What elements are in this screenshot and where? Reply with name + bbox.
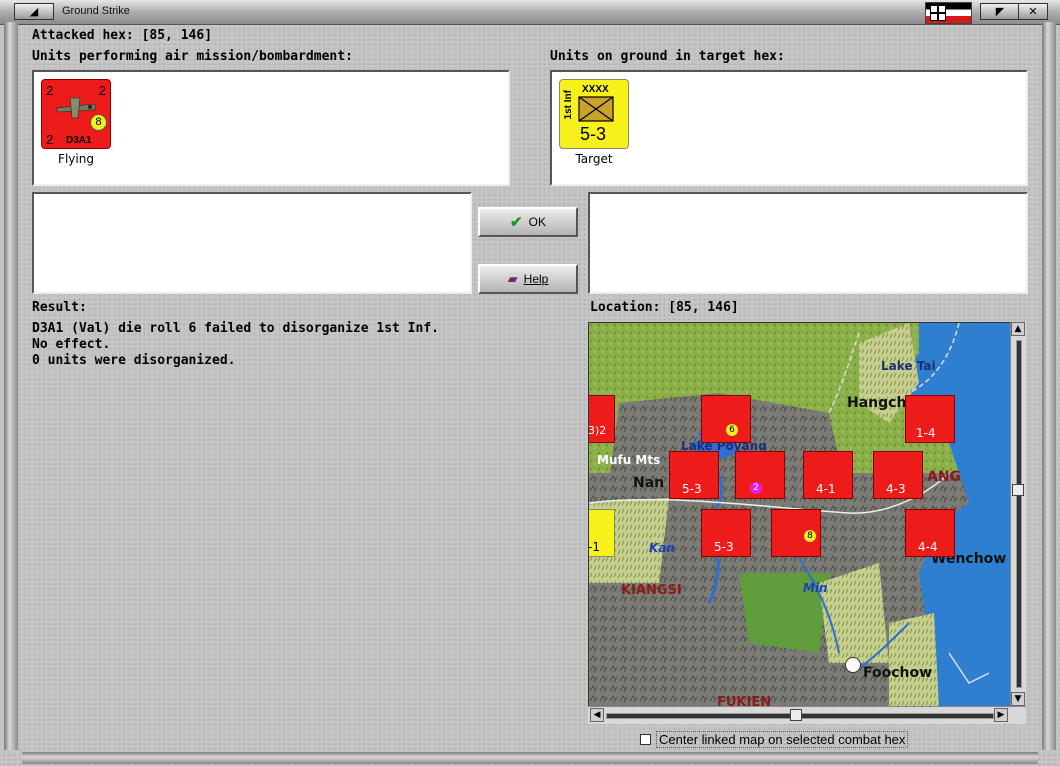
nation-flag-icon <box>925 2 972 24</box>
map-label: Min <box>803 581 828 595</box>
horizontal-scroll-thumb[interactable] <box>790 709 802 721</box>
map-unit-counter[interactable]: 4-4 <box>905 509 955 557</box>
help-button[interactable]: ▰ Help <box>478 264 578 294</box>
map-unit-counter[interactable]: 8 <box>771 509 821 557</box>
map-counter-value: 1-4 <box>916 426 936 440</box>
map-counter-value: 4-4 <box>918 540 938 554</box>
frame-bottom <box>22 752 1038 764</box>
center-map-label[interactable]: Center linked map on selected combat hex <box>656 731 909 748</box>
map-label: ANG <box>927 469 962 485</box>
air-units-list[interactable]: 2 2 2 8 D3A1 Flying <box>32 70 510 186</box>
map-unit-counter[interactable]: 5-3 <box>701 509 751 557</box>
map-counter-value: 4-1 <box>816 482 836 496</box>
scroll-track <box>1016 340 1022 688</box>
infantry-symbol-icon <box>578 96 614 122</box>
air-unit-tr: 2 <box>98 83 106 98</box>
ground-units-list[interactable]: 1st Inf XXXX 5-3 Target <box>550 70 1028 186</box>
scroll-down-arrow-icon[interactable]: ▼ <box>1011 692 1025 706</box>
air-unit-status: Flying <box>58 152 94 166</box>
map-unit-counter[interactable]: 1-4 <box>905 395 955 443</box>
map-counter-value: 2 <box>750 482 762 494</box>
close-button[interactable]: ✕ <box>1018 3 1048 20</box>
map-counter-value: 5-3 <box>682 482 702 496</box>
system-menu-button[interactable]: ◢ <box>14 3 54 20</box>
defender-detail-panel <box>588 192 1028 294</box>
map-unit-counter[interactable]: 3)2 <box>588 395 615 443</box>
attacked-hex-label: Attacked hex: <box>32 28 134 43</box>
location-label: Location: <box>590 300 661 315</box>
map-label: Hangch <box>847 395 907 411</box>
map-label: Kan <box>649 541 675 555</box>
strategic-map[interactable]: Lake Tai Hangch Lake Poyang Mufu Mts Nan… <box>588 322 1016 708</box>
map-label: KIANGSI <box>621 583 682 598</box>
help-book-icon: ▰ <box>507 271 518 286</box>
location-value: [85, 146] <box>668 300 739 315</box>
attacked-hex-value: [85, 146] <box>141 28 213 43</box>
result-line: 0 units were disorganized. <box>32 353 236 368</box>
frame-left <box>4 22 18 750</box>
map-horizontal-scrollbar[interactable]: ◀ ▶ <box>588 706 1026 724</box>
air-unit-counter[interactable]: 2 2 2 8 D3A1 <box>41 79 111 149</box>
attacker-detail-panel <box>32 192 472 294</box>
map-unit-counter[interactable]: 4-1 <box>803 451 853 499</box>
map-label: Mufu Mts <box>597 453 661 467</box>
scroll-left-arrow-icon[interactable]: ◀ <box>590 708 604 722</box>
restore-button[interactable]: ◤ <box>980 3 1020 20</box>
map-counter-value: 8 <box>804 530 816 542</box>
result-line: No effect. <box>32 337 111 352</box>
ground-unit-strength: 5-3 <box>580 124 607 144</box>
ground-unit-size: XXXX <box>582 84 609 95</box>
ok-button[interactable]: ✔ OK <box>478 207 578 237</box>
map-label: Lake Tai <box>881 359 936 373</box>
result-line: D3A1 (Val) die roll 6 failed to disorgan… <box>32 321 439 336</box>
ground-unit-name: 1st Inf <box>563 90 574 120</box>
air-unit-tl: 2 <box>46 83 54 98</box>
ground-unit-counter[interactable]: 1st Inf XXXX 5-3 <box>559 79 629 149</box>
ground-strike-window: ◢ Ground Strike ◤ ✕ Attacked hex: [85, 1… <box>0 0 1060 766</box>
air-unit-name: D3A1 <box>66 135 92 146</box>
map-unit-counter[interactable]: 4-3 <box>873 451 923 499</box>
ground-units-heading: Units on ground in target hex: <box>550 49 785 64</box>
center-map-checkbox[interactable] <box>640 734 651 745</box>
map-counter-value: 6 <box>726 424 738 436</box>
map-unit-counter[interactable]: 6 <box>701 395 751 443</box>
map-unit-counter[interactable]: 2 <box>735 451 785 499</box>
scroll-up-arrow-icon[interactable]: ▲ <box>1011 322 1025 336</box>
location: Location: [85, 146] <box>590 300 739 315</box>
vertical-scroll-thumb[interactable] <box>1012 484 1024 496</box>
map-label: Foochow <box>863 665 933 681</box>
map-vertical-scrollbar[interactable]: ▲ ▼ <box>1010 322 1026 706</box>
result-heading: Result: <box>32 300 87 315</box>
map-unit-counter[interactable]: 5-3 <box>669 451 719 499</box>
scroll-right-arrow-icon[interactable]: ▶ <box>994 708 1008 722</box>
air-unit-bl: 2 <box>46 132 54 147</box>
ground-unit-status: Target <box>575 152 613 166</box>
map-unit-counter[interactable]: -1 <box>588 509 615 557</box>
frame-right <box>1042 22 1056 750</box>
check-icon: ✔ <box>510 214 523 231</box>
map-counter-value: 5-3 <box>714 540 734 554</box>
attacked-hex: Attacked hex: [85, 146] <box>32 28 212 43</box>
title-bar: ◢ Ground Strike ◤ ✕ <box>0 0 1060 25</box>
map-label: Nan <box>633 475 665 491</box>
air-unit-value: 8 <box>90 114 107 131</box>
help-button-label: Help <box>523 272 549 286</box>
air-units-heading: Units performing air mission/bombardment… <box>32 49 353 64</box>
port-icon <box>845 657 861 673</box>
ok-button-label: OK <box>528 215 546 229</box>
map-counter-value: 3)2 <box>588 424 607 437</box>
map-counter-value: 4-3 <box>886 482 906 496</box>
window-title: Ground Strike <box>62 5 130 17</box>
map-counter-value: -1 <box>588 540 600 554</box>
